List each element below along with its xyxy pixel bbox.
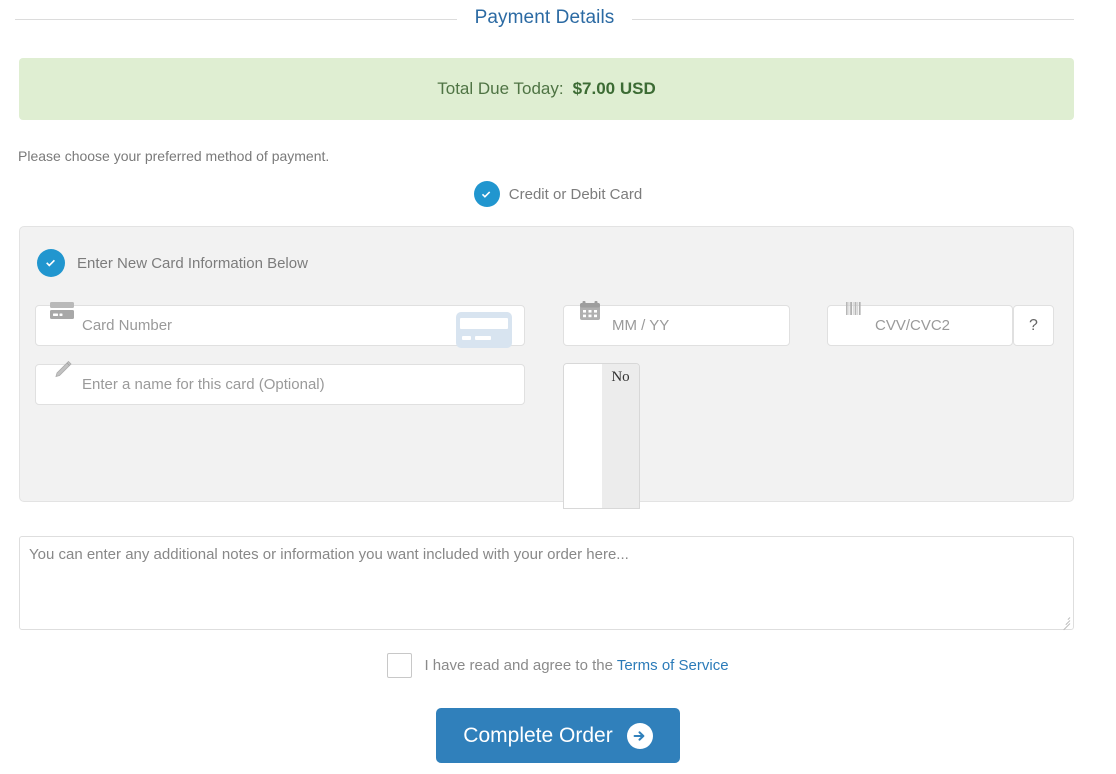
barcode-icon	[846, 302, 861, 315]
expiry-date-input[interactable]: MM / YY	[563, 301, 790, 346]
clipped-widget-right-pane: No	[602, 364, 639, 508]
card-number-input[interactable]: Card Number	[35, 302, 525, 348]
card-number-placeholder: Card Number	[82, 317, 173, 334]
terms-of-service-link[interactable]: Terms of Service	[617, 657, 729, 674]
new-card-panel-header[interactable]: Enter New Card Information Below	[37, 249, 308, 277]
arrow-right-icon	[626, 722, 653, 749]
new-card-panel-title: Enter New Card Information Below	[77, 254, 308, 272]
submit-row: Complete Order	[0, 708, 1116, 763]
payment-method-option-credit-card[interactable]: Credit or Debit Card	[0, 181, 1116, 207]
cvv-input[interactable]: CVV/CVC2	[827, 302, 1013, 346]
check-icon	[37, 249, 65, 277]
page-title: Payment Details	[474, 7, 615, 28]
clipped-widget-value: No	[611, 369, 630, 385]
pencil-icon	[55, 360, 72, 378]
credit-card-art-icon	[456, 312, 512, 348]
section-header: Payment Details	[15, 7, 1074, 30]
payment-method-label: Credit or Debit Card	[508, 185, 643, 203]
check-icon	[473, 181, 500, 207]
cvv-placeholder: CVV/CVC2	[875, 317, 951, 334]
clipped-select-widget[interactable]: No	[563, 363, 640, 509]
total-due-banner: Total Due Today: $7.00 USD	[19, 58, 1074, 120]
cvv-help-button[interactable]: ?	[1013, 305, 1054, 346]
clipped-widget-left-pane	[564, 364, 602, 508]
total-due-amount: $7.00 USD	[572, 79, 656, 98]
textarea-resize-handle[interactable]	[1059, 615, 1071, 631]
order-notes-textarea[interactable]: You can enter any additional notes or in…	[19, 536, 1074, 631]
divider-left	[15, 18, 457, 20]
total-due-label: Total Due Today:	[437, 79, 564, 98]
terms-checkbox[interactable]	[387, 653, 413, 678]
order-notes-placeholder: You can enter any additional notes or in…	[29, 546, 629, 563]
terms-label: I have read and agree to the Terms of Se…	[424, 657, 728, 674]
card-nickname-placeholder: Enter a name for this card (Optional)	[82, 376, 325, 393]
terms-agreement-row: I have read and agree to the Terms of Se…	[0, 653, 1116, 678]
expiry-date-placeholder: MM / YY	[612, 317, 670, 334]
terms-text: I have read and agree to the	[424, 657, 613, 674]
card-nickname-input[interactable]: Enter a name for this card (Optional)	[35, 360, 525, 405]
complete-order-label: Complete Order	[463, 723, 613, 747]
divider-right	[632, 18, 1074, 20]
credit-card-icon	[50, 302, 74, 319]
calendar-icon	[580, 301, 600, 320]
payment-method-instruction: Please choose your preferred method of p…	[18, 148, 330, 164]
complete-order-button[interactable]: Complete Order	[436, 708, 680, 763]
